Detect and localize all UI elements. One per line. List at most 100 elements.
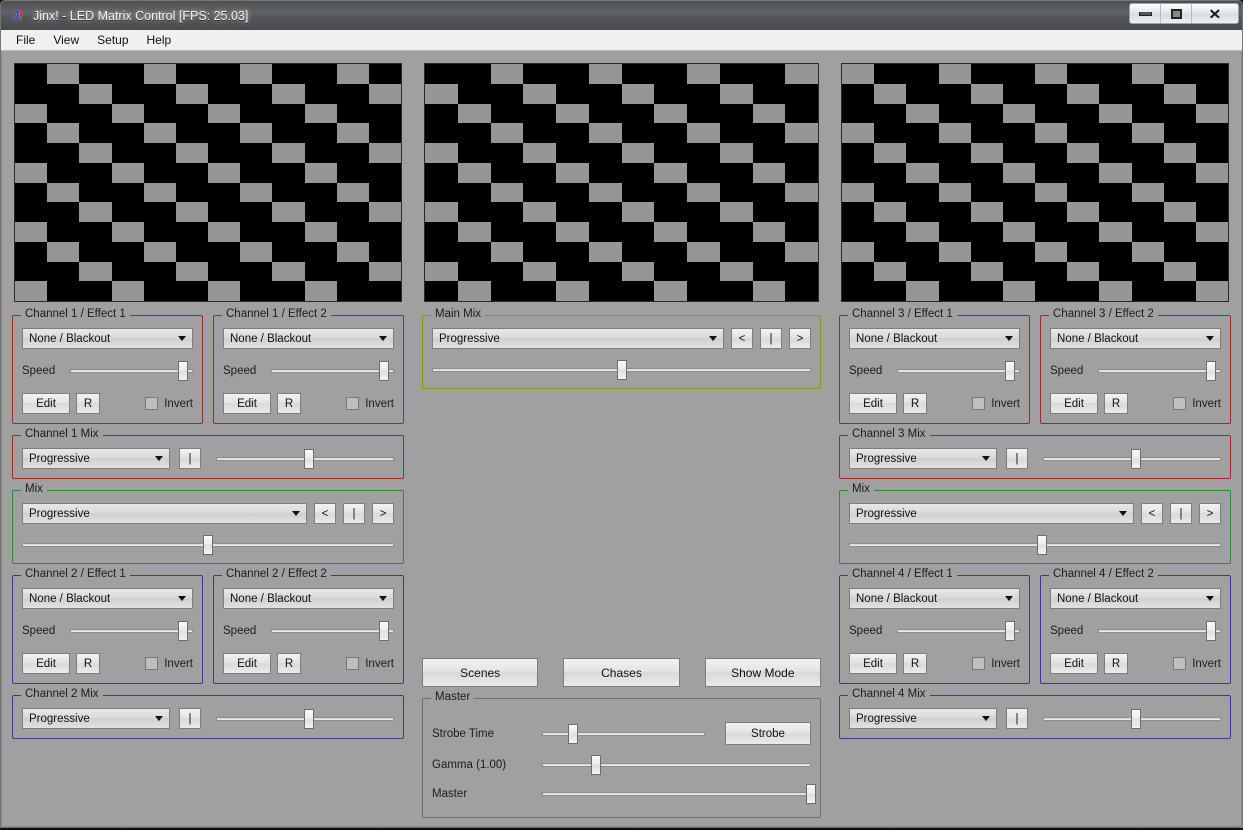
show-mode-button[interactable]: Show Mode [704,658,821,687]
menu-item-setup[interactable]: Setup [88,31,137,50]
speed-slider[interactable] [1098,361,1221,381]
effect-select[interactable]: None / Blackout [849,588,1020,609]
gamma-label: Gamma (1.00) [432,759,507,771]
invert-checkbox[interactable]: Invert [1173,397,1221,410]
led-cell-on [490,182,524,203]
edit-button[interactable]: Edit [849,393,897,414]
mix-fader[interactable] [22,535,394,555]
mix-center-button[interactable]: | [343,503,365,524]
main-mix-prev-button[interactable]: < [731,328,753,349]
menu-item-file[interactable]: File [7,31,44,50]
speed-slider[interactable] [1098,621,1221,641]
effect-select[interactable]: None / Blackout [223,588,394,609]
mix-select[interactable]: Progressive [22,503,307,524]
invert-checkbox[interactable]: Invert [145,657,193,670]
channel-mix-select[interactable]: Progressive [849,448,997,469]
maximize-button[interactable] [1161,4,1192,23]
reset-button[interactable]: R [76,653,100,674]
invert-label: Invert [1192,397,1221,410]
channel-mix-select[interactable]: Progressive [22,448,170,469]
effect-select[interactable]: None / Blackout [22,328,193,349]
edit-button[interactable]: Edit [22,393,70,414]
mix-select[interactable]: Progressive [849,503,1134,524]
edit-button[interactable]: Edit [22,653,70,674]
channel-mix-fader[interactable] [216,708,394,729]
channel-mix-fader[interactable] [1043,448,1221,469]
minimize-button[interactable] [1130,4,1161,23]
main-mix-fader[interactable] [432,360,811,380]
reset-button[interactable]: R [277,393,301,414]
led-cell-on [938,123,971,143]
led-cell-on [970,202,1003,222]
invert-checkbox[interactable]: Invert [972,657,1020,670]
mix-prev-button[interactable]: < [1141,503,1163,524]
led-cell-on [111,222,144,242]
speed-slider[interactable] [897,361,1020,381]
effect-select[interactable]: None / Blackout [849,328,1020,349]
led-cell-on [490,64,524,84]
channel-mix-center-button[interactable]: | [179,708,201,729]
led-cell-on [143,241,176,262]
edit-button[interactable]: Edit [223,653,271,674]
channel-mix-center-button[interactable]: | [1006,448,1028,469]
edit-button[interactable]: Edit [1050,653,1098,674]
speed-slider[interactable] [271,361,394,381]
strobe-time-slider[interactable] [542,723,705,744]
master-slider[interactable] [542,784,816,804]
checkbox-box [972,657,986,670]
edit-button[interactable]: Edit [1050,393,1098,414]
main-mix-select[interactable]: Progressive [432,328,724,349]
output-preview-center[interactable] [424,63,819,302]
invert-checkbox[interactable]: Invert [972,397,1020,410]
scenes-button[interactable]: Scenes [422,658,539,687]
reset-button[interactable]: R [1104,653,1128,674]
led-cell-off [785,162,818,183]
close-button[interactable]: ✕ [1192,4,1238,23]
led-cell-on [687,64,720,84]
reset-button[interactable]: R [903,653,927,674]
effect-select[interactable]: None / Blackout [1050,328,1221,349]
speed-slider[interactable] [70,361,193,381]
invert-checkbox[interactable]: Invert [145,397,193,410]
mix-next-button[interactable]: > [372,503,394,524]
channel-mix-fader[interactable] [216,448,394,469]
channel-mix-select[interactable]: Progressive [849,708,997,729]
mix-fader[interactable] [849,535,1221,555]
led-cell-off [111,143,144,163]
strobe-button[interactable]: Strobe [725,722,811,745]
speed-slider[interactable] [70,621,193,641]
main-mix-next-button[interactable]: > [789,328,811,349]
effect-select[interactable]: None / Blackout [223,328,394,349]
reset-button[interactable]: R [277,653,301,674]
chases-button[interactable]: Chases [563,658,680,687]
mix-prev-button[interactable]: < [314,503,336,524]
edit-button[interactable]: Edit [223,393,271,414]
channel-mix-center-button[interactable]: | [179,448,201,469]
output-preview-left[interactable] [14,63,402,302]
mix-next-button[interactable]: > [1199,503,1221,524]
invert-checkbox[interactable]: Invert [1173,657,1221,670]
effect-select[interactable]: None / Blackout [1050,588,1221,609]
channel-mix-select[interactable]: Progressive [22,708,170,729]
main-mix-center-button[interactable]: | [760,328,782,349]
mix-center-button[interactable]: | [1170,503,1192,524]
channel-mix-fader[interactable] [1043,708,1221,729]
speed-slider[interactable] [271,621,394,641]
speed-slider[interactable] [897,621,1020,641]
invert-checkbox[interactable]: Invert [346,657,394,670]
invert-checkbox[interactable]: Invert [346,397,394,410]
reset-button[interactable]: R [1104,393,1128,414]
effect-buttons-row: Edit R Invert [22,393,193,414]
output-preview-right[interactable] [841,63,1229,302]
channel-mix-center-button[interactable]: | [1006,708,1028,729]
menu-item-view[interactable]: View [44,31,88,50]
gamma-slider[interactable] [542,755,811,775]
reset-button[interactable]: R [903,393,927,414]
led-cell-on [938,241,971,262]
led-cell-off [874,103,907,124]
effect-select[interactable]: None / Blackout [22,588,193,609]
reset-button[interactable]: R [76,393,100,414]
edit-button[interactable]: Edit [849,653,897,674]
led-cell-on [970,261,1003,282]
menu-item-help[interactable]: Help [138,31,181,50]
